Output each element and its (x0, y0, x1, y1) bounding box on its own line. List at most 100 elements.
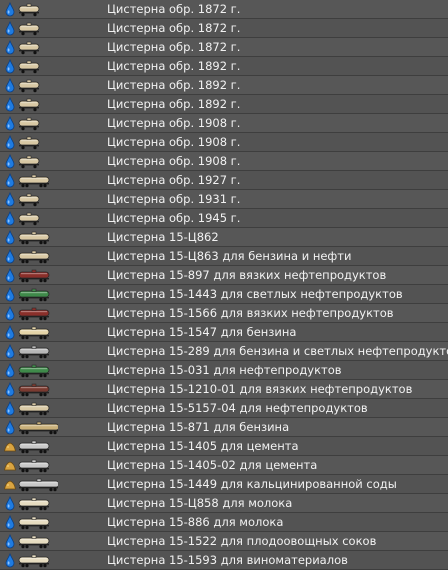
wagon-list-row[interactable]: Цистерна 15-1566 для вязких нефтепродукт… (0, 304, 448, 323)
tank-wagon-icon (18, 478, 58, 492)
wagon-name-label: Цистерна 15-1405 для цемента (107, 439, 299, 453)
liquid-cargo-icon (5, 382, 15, 397)
wagon-list-row[interactable]: Цистерна обр. 1908 г. (0, 133, 448, 152)
wagon-list-row[interactable]: Цистерна обр. 1908 г. (0, 152, 448, 171)
wagon-list-row[interactable]: Цистерна обр. 1945 г. (0, 209, 448, 228)
tank-wagon-icon (18, 155, 40, 169)
wagon-name-label: Цистерна 15-5157-04 для нефтепродуктов (107, 401, 368, 415)
liquid-cargo-icon (5, 40, 15, 55)
wagon-list-row[interactable]: Цистерна обр. 1908 г. (0, 114, 448, 133)
liquid-cargo-icon (5, 135, 15, 150)
liquid-cargo-icon (5, 534, 15, 549)
wagon-list-row[interactable]: Цистерна 15-897 для вязких нефтепродукто… (0, 266, 448, 285)
tank-wagon-icon (18, 41, 40, 55)
wagon-name-label: Цистерна 15-Ц858 для молока (107, 496, 293, 510)
liquid-cargo-icon (5, 287, 15, 302)
wagon-list-row[interactable]: Цистерна обр. 1892 г. (0, 76, 448, 95)
liquid-cargo-icon (5, 515, 15, 530)
wagon-list-row[interactable]: Цистерна 15-Ц862 (0, 228, 448, 247)
wagon-name-label: Цистерна 15-1547 для бензина (107, 325, 297, 339)
liquid-cargo-icon (5, 325, 15, 340)
wagon-list-row[interactable]: Цистерна обр. 1872 г. (0, 0, 448, 19)
wagon-name-label: Цистерна обр. 1908 г. (107, 116, 241, 130)
tank-wagon-icon (18, 497, 50, 511)
liquid-cargo-icon (5, 2, 15, 17)
liquid-cargo-icon (5, 363, 15, 378)
wagon-list-row[interactable]: Цистерна 15-886 для молока (0, 513, 448, 532)
wagon-name-label: Цистерна обр. 1892 г. (107, 59, 241, 73)
tank-wagon-icon (18, 383, 50, 397)
wagon-list-row[interactable]: Цистерна 15-Ц863 для бензина и нефти (0, 247, 448, 266)
liquid-cargo-icon (5, 553, 15, 568)
wagon-name-label: Цистерна обр. 1931 г. (107, 192, 241, 206)
liquid-cargo-icon (5, 401, 15, 416)
wagon-list: Цистерна обр. 1872 г. Цистерна обр. 1872 … (0, 0, 448, 570)
tank-wagon-icon (18, 326, 50, 340)
bulk-cargo-icon (4, 480, 16, 490)
tank-wagon-icon (18, 60, 40, 74)
wagon-name-label: Цистерна 15-1449 для кальцинированной со… (107, 477, 397, 491)
liquid-cargo-icon (5, 249, 15, 264)
wagon-list-row[interactable]: Цистерна 15-1522 для плодоовощных соков (0, 532, 448, 551)
tank-wagon-icon (18, 212, 40, 226)
liquid-cargo-icon (5, 306, 15, 321)
wagon-name-label: Цистерна обр. 1872 г. (107, 21, 241, 35)
wagon-list-row[interactable]: Цистерна 15-1443 для светлых нефтепродук… (0, 285, 448, 304)
tank-wagon-icon (18, 250, 50, 264)
wagon-list-row[interactable]: Цистерна 15-1593 для виноматериалов (0, 551, 448, 570)
wagon-name-label: Цистерна 15-1522 для плодоовощных соков (107, 534, 377, 548)
tank-wagon-icon (18, 554, 50, 568)
wagon-list-row[interactable]: Цистерна 15-1449 для кальцинированной со… (0, 475, 448, 494)
tank-wagon-icon (18, 307, 50, 321)
liquid-cargo-icon (5, 154, 15, 169)
wagon-name-label: Цистерна обр. 1872 г. (107, 2, 241, 16)
wagon-name-label: Цистерна 15-1593 для виноматериалов (107, 553, 348, 567)
liquid-cargo-icon (5, 78, 15, 93)
wagon-name-label: Цистерна 15-Ц863 для бензина и нефти (107, 249, 352, 263)
wagon-list-row[interactable]: Цистерна 15-289 для бензина и светлых не… (0, 342, 448, 361)
wagon-list-row[interactable]: Цистерна 15-5157-04 для нефтепродуктов (0, 399, 448, 418)
tank-wagon-icon (18, 174, 50, 188)
wagon-name-label: Цистерна обр. 1872 г. (107, 40, 241, 54)
tank-wagon-icon (18, 136, 40, 150)
tank-wagon-icon (18, 459, 50, 473)
wagon-list-row[interactable]: Цистерна обр. 1931 г. (0, 190, 448, 209)
tank-wagon-icon (18, 193, 40, 207)
liquid-cargo-icon (5, 420, 15, 435)
tank-wagon-icon (18, 364, 50, 378)
liquid-cargo-icon (5, 21, 15, 36)
tank-wagon-icon (18, 288, 50, 302)
wagon-list-row[interactable]: Цистерна 15-871 для бензина (0, 418, 448, 437)
wagon-list-row[interactable]: Цистерна обр. 1872 г. (0, 38, 448, 57)
tank-wagon-icon (18, 516, 50, 530)
wagon-list-row[interactable]: Цистерна 15-1405 для цемента (0, 437, 448, 456)
wagon-list-row[interactable]: Цистерна обр. 1892 г. (0, 95, 448, 114)
liquid-cargo-icon (5, 211, 15, 226)
wagon-list-row[interactable]: Цистерна 15-1210-01 для вязких нефтепрод… (0, 380, 448, 399)
wagon-list-row[interactable]: Цистерна 15-031 для нефтепродуктов (0, 361, 448, 380)
liquid-cargo-icon (5, 97, 15, 112)
wagon-name-label: Цистерна обр. 1908 г. (107, 154, 241, 168)
wagon-name-label: Цистерна 15-289 для бензина и светлых не… (107, 344, 448, 358)
wagon-list-row[interactable]: Цистерна обр. 1927 г. (0, 171, 448, 190)
wagon-name-label: Цистерна обр. 1908 г. (107, 135, 241, 149)
wagon-name-label: Цистерна обр. 1892 г. (107, 78, 241, 92)
tank-wagon-icon (18, 22, 40, 36)
liquid-cargo-icon (5, 192, 15, 207)
wagon-list-row[interactable]: Цистерна 15-1547 для бензина (0, 323, 448, 342)
liquid-cargo-icon (5, 59, 15, 74)
wagon-list-row[interactable]: Цистерна 15-1405-02 для цемента (0, 456, 448, 475)
wagon-name-label: Цистерна 15-897 для вязких нефтепродукто… (107, 268, 387, 282)
tank-wagon-icon (18, 117, 40, 131)
wagon-name-label: Цистерна обр. 1945 г. (107, 211, 241, 225)
wagon-name-label: Цистерна 15-1566 для вязких нефтепродукт… (107, 306, 394, 320)
wagon-name-label: Цистерна 15-Ц862 (107, 230, 219, 244)
wagon-list-row[interactable]: Цистерна обр. 1892 г. (0, 57, 448, 76)
tank-wagon-icon (18, 269, 50, 283)
wagon-list-row[interactable]: Цистерна обр. 1872 г. (0, 19, 448, 38)
liquid-cargo-icon (5, 344, 15, 359)
tank-wagon-icon (18, 421, 58, 435)
wagon-list-row[interactable]: Цистерна 15-Ц858 для молока (0, 494, 448, 513)
tank-wagon-icon (18, 535, 50, 549)
wagon-name-label: Цистерна 15-1210-01 для вязких нефтепрод… (107, 382, 413, 396)
